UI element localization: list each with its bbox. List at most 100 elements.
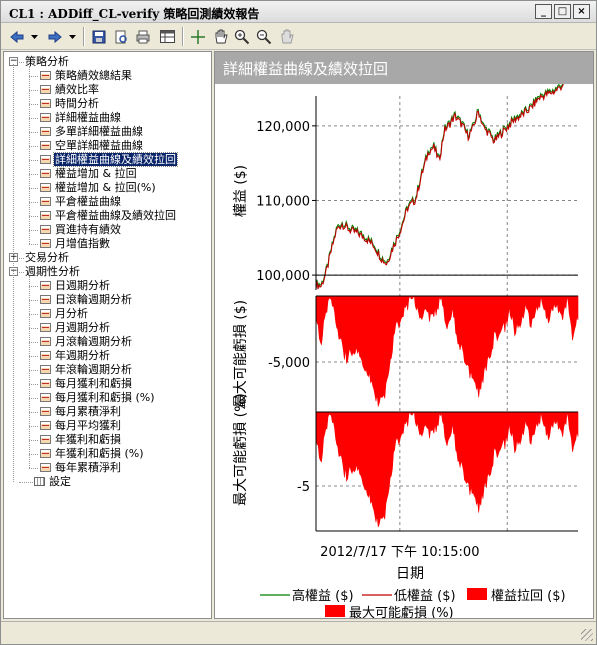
tree-connector: [29, 454, 38, 455]
tree-connector: [29, 276, 30, 468]
tree-item-label: 月增值指數: [55, 237, 110, 250]
tree-item[interactable]: 月分析: [40, 307, 89, 321]
tree-item[interactable]: 月滾輪週期分析: [40, 335, 133, 349]
tree-item[interactable]: 績效比率: [40, 83, 100, 97]
legend-label: 最大可能虧損 (%): [349, 605, 454, 619]
tree-item-label: 年獲利和虧損: [55, 433, 121, 446]
chart-report-icon: [40, 463, 51, 472]
tree-connector: [29, 314, 38, 315]
close-button[interactable]: ×: [573, 4, 590, 19]
tree-item[interactable]: 日滾輪週期分析: [40, 293, 133, 307]
tree-item[interactable]: 詳細權益曲線及績效拉回: [40, 152, 178, 167]
tree-item-label: 平倉權益曲線: [55, 195, 121, 208]
resize-grip-icon[interactable]: [581, 629, 593, 641]
y-axis-title-drawdown-pct: 最大可能虧損 (%): [233, 393, 249, 506]
chart-report-icon: [40, 323, 51, 332]
window-title: CL1 : ADDiff_CL-verify 策略回測績效報告: [9, 7, 260, 21]
table-icon[interactable]: [157, 26, 177, 47]
crosshair-icon[interactable]: [188, 26, 208, 47]
tree-item[interactable]: 平倉權益曲線: [40, 195, 122, 209]
dropdown-arrow-icon[interactable]: [67, 26, 77, 47]
tree-item[interactable]: 每年累積淨利: [40, 461, 122, 475]
chart-report-icon: [40, 407, 51, 416]
tree-item-label: 多單詳細權益曲線: [55, 125, 143, 138]
chart-report-icon: [40, 169, 51, 178]
chart-legend: 高權益 ($) 低權益 ($) 權益拉回 ($) 最大可能虧損 (%): [260, 588, 566, 619]
tree-item[interactable]: 空單詳細權益曲線: [40, 139, 144, 153]
report-window: CL1 : ADDiff_CL-verify 策略回測績效報告 _ □ × − …: [0, 0, 597, 645]
reset-zoom-icon[interactable]: [276, 26, 296, 47]
tree-connector: [19, 482, 33, 483]
tree-item[interactable]: 月週期分析: [40, 321, 111, 335]
tree-item[interactable]: 每月獲利和虧損: [40, 377, 133, 391]
tree-item[interactable]: 年獲利和虧損: [40, 433, 122, 447]
tree-item-label: 權益增加 & 拉回: [55, 167, 137, 180]
pan-hand-icon[interactable]: [210, 26, 230, 47]
minimize-button[interactable]: _: [535, 4, 552, 19]
tree-item-label: 年滾輪週期分析: [55, 363, 132, 376]
tree-item[interactable]: 權益增加 & 拉回: [40, 167, 138, 181]
tree-item[interactable]: 權益增加 & 拉回(%): [40, 181, 157, 195]
tree-group[interactable]: 策略分析: [24, 55, 70, 69]
tree-item-label: 每月獲利和虧損: [55, 377, 132, 390]
tree-connector: [29, 426, 38, 427]
toolbar-separator: [182, 27, 184, 46]
print-preview-icon[interactable]: [111, 26, 131, 47]
chart-report-icon: [40, 127, 51, 136]
low-equity-line: [315, 84, 564, 290]
tree-connector: [29, 244, 38, 245]
tree-item[interactable]: 日週期分析: [40, 279, 111, 293]
equity-drawdown-chart[interactable]: 120,000 110,000 100,000 權益 ($) -5,000 -5 最大可能虧…: [215, 84, 594, 619]
tree-item[interactable]: 每月獲利和虧損 (%): [40, 391, 156, 405]
nav-back-icon[interactable]: [7, 26, 27, 47]
tree-connector: [29, 356, 38, 357]
tree-item[interactable]: 平倉權益曲線及績效拉回: [40, 209, 177, 223]
tree-connector: [29, 76, 38, 77]
tree-connector: [29, 412, 38, 413]
chart-report-icon: [40, 99, 51, 108]
save-icon[interactable]: [89, 26, 109, 47]
maximize-button[interactable]: □: [554, 4, 571, 19]
tree-item[interactable]: 每月平均獲利: [40, 419, 122, 433]
chart-pane: 詳細權益曲線及績效拉回 120,000 110,000 100,000 權益 ($) -…: [214, 51, 594, 619]
tree-item[interactable]: 每月累積淨利: [40, 405, 122, 419]
legend-box-swatch: [467, 588, 487, 600]
chart-report-icon: [40, 183, 51, 192]
tree-item[interactable]: 年滾輪週期分析: [40, 363, 133, 377]
tree-item-label: 日滾輪週期分析: [55, 293, 132, 306]
tree-item[interactable]: 買進持有績效: [40, 223, 122, 237]
tree-item[interactable]: 詳細權益曲線: [40, 111, 122, 125]
y-tick-label: -5: [297, 480, 310, 495]
tree-item-settings[interactable]: 設定: [34, 475, 72, 489]
tree-item[interactable]: 年獲利和虧損 (%): [40, 447, 145, 461]
tree-group[interactable]: 週期性分析: [24, 265, 81, 279]
chart-report-icon: [40, 197, 51, 206]
tree-group[interactable]: 交易分析: [24, 251, 70, 265]
tree-item[interactable]: 月增值指數: [40, 237, 111, 251]
report-tree[interactable]: − 策略分析 策略績效總結果 績效比率 時間分析 詳細權益曲線 多單詳細權益曲線 空單詳細權益…: [3, 51, 212, 619]
tree-connector: [29, 230, 38, 231]
dropdown-arrow-icon[interactable]: [29, 26, 39, 47]
title-bar[interactable]: CL1 : ADDiff_CL-verify 策略回測績效報告 _ □ ×: [1, 1, 596, 23]
y-axis-title-drawdown: 最大可能虧損 ($): [233, 300, 249, 408]
chart-report-icon: [40, 449, 51, 458]
tree-connector: [29, 202, 38, 203]
tree-item[interactable]: 時間分析: [40, 97, 100, 111]
tree-item-label: 平倉權益曲線及績效拉回: [55, 209, 176, 222]
tree-item-label: 年週期分析: [55, 349, 110, 362]
zoom-in-icon[interactable]: [232, 26, 252, 47]
tree-item[interactable]: 年週期分析: [40, 349, 111, 363]
chart-report-icon: [40, 281, 51, 290]
tree-item[interactable]: 多單詳細權益曲線: [40, 125, 144, 139]
tree-item[interactable]: 策略績效總結果: [40, 69, 133, 83]
tree-item-label: 詳細權益曲線: [55, 111, 121, 124]
zoom-out-icon[interactable]: [254, 26, 274, 47]
chart-report-icon: [40, 435, 51, 444]
legend-label: 權益拉回 ($): [491, 589, 566, 604]
chart-report-icon: [40, 365, 51, 374]
chart-axes: 120,000 110,000 100,000 權益 ($) -5,000 -5 最大可能虧…: [233, 96, 578, 582]
print-icon[interactable]: [133, 26, 153, 47]
tree-connector: [29, 66, 30, 244]
tree-connector: [29, 286, 38, 287]
nav-forward-icon[interactable]: [45, 26, 65, 47]
